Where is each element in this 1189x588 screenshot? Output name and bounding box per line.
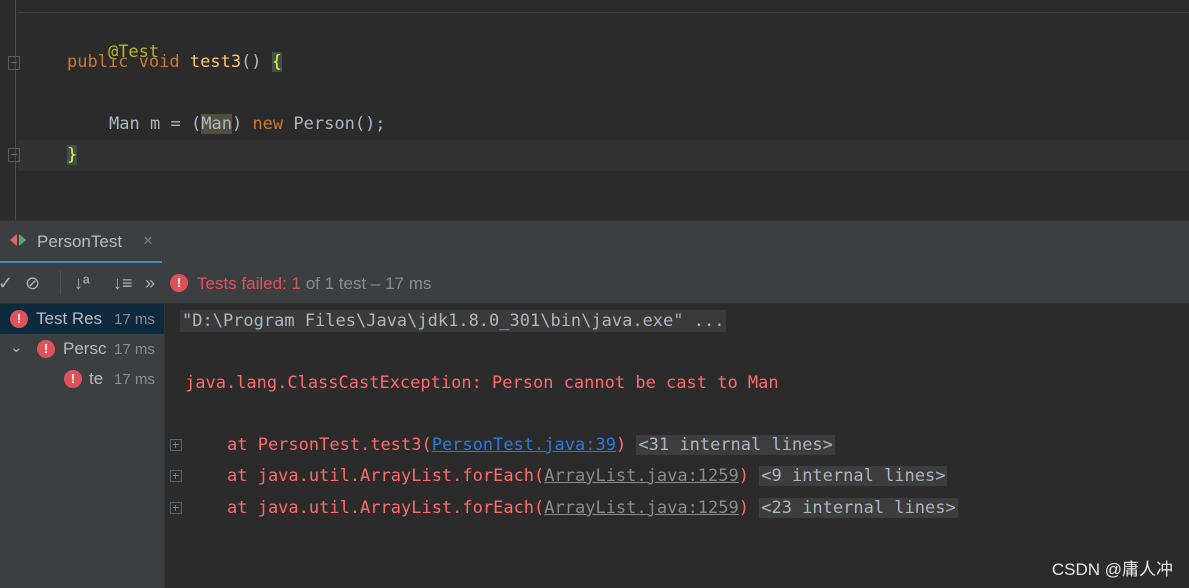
frame-source-link[interactable]: ArrayList.java:1259	[544, 498, 738, 518]
tree-item-persontest[interactable]: ⌄ ! Persc 17 ms	[0, 334, 164, 364]
status-failed-count: 1	[291, 274, 301, 293]
console-output[interactable]: "D:\Program Files\Java\jdk1.8.0_301\bin\…	[165, 304, 1189, 588]
stack-frame: at java.util.ArrayList.forEach(ArrayList…	[227, 465, 948, 487]
tab-close-icon[interactable]: ×	[143, 231, 153, 251]
stop-icon[interactable]: ⊘	[25, 271, 40, 295]
tree-item-label: Persc	[63, 339, 107, 358]
frame-prefix: at PersonTest.test3(	[227, 435, 432, 455]
method-name: test3	[189, 52, 242, 72]
code-line-close: }	[67, 144, 78, 166]
tab-persontest[interactable]: PersonTest ×	[0, 221, 162, 263]
frame-source-link[interactable]: ArrayList.java:1259	[544, 466, 738, 486]
brace-close: }	[67, 145, 78, 165]
sort-alpha-icon[interactable]: ↓ª	[74, 271, 90, 295]
internal-lines-fold[interactable]: <31 internal lines>	[636, 435, 835, 455]
stack-frame: at PersonTest.test3(PersonTest.java:39) …	[227, 434, 835, 456]
frame-source-link[interactable]: PersonTest.java:39	[432, 435, 616, 455]
status-summary: of 1 test – 17 ms	[305, 274, 432, 293]
exception-message: java.lang.ClassCastException: Person can…	[185, 373, 779, 393]
expand-icon[interactable]	[170, 502, 182, 514]
tree-item-label: Test Res	[36, 309, 103, 328]
code-line-statement: Man m = (Man) new Person();	[109, 113, 386, 135]
tree-item-test3[interactable]: ! te 17 ms	[0, 364, 164, 394]
constructor-token: Person	[293, 114, 355, 134]
code-editor[interactable]: @Test public void test3() { Man m = (Man…	[0, 0, 1189, 220]
frame-prefix: at java.util.ArrayList.forEach(	[227, 498, 545, 518]
chevron-down-icon[interactable]: ⌄	[10, 338, 23, 356]
keyword-new: new	[252, 114, 284, 134]
cast-close-token: )	[231, 114, 243, 134]
sort-duration-icon[interactable]: ↓≡	[113, 271, 133, 295]
frame-suffix: )	[615, 435, 627, 455]
tree-item-label: te	[89, 369, 104, 388]
tree-item-time: 17 ms	[114, 341, 155, 358]
tree-item-test-results[interactable]: ! Test Res 17 ms	[0, 304, 164, 334]
keyword-public: public	[67, 52, 129, 72]
frame-suffix: )	[738, 498, 749, 518]
error-icon: !	[170, 274, 188, 292]
watermark: CSDN @庸人冲	[1051, 560, 1173, 579]
editor-separator	[18, 12, 1189, 13]
internal-lines-fold[interactable]: <9 internal lines>	[759, 466, 948, 486]
brace-open: {	[271, 52, 283, 72]
expand-icon[interactable]	[170, 470, 182, 482]
test-status: Tests failed: 1 of 1 test – 17 ms	[197, 274, 431, 294]
error-icon: !	[64, 370, 82, 388]
toolbar-separator	[60, 271, 61, 295]
cast-type-token: Man	[201, 114, 232, 134]
error-icon: !	[37, 340, 55, 358]
current-line-highlight	[18, 140, 1189, 171]
fold-close-icon[interactable]	[8, 148, 20, 162]
statement-tail: ();	[354, 114, 386, 134]
frame-suffix: )	[738, 466, 749, 486]
error-icon: !	[10, 310, 28, 328]
method-parens: ()	[241, 52, 262, 72]
variable-token: m	[149, 114, 161, 134]
tab-label: PersonTest	[37, 232, 123, 251]
fold-open-icon[interactable]	[8, 56, 20, 70]
frame-prefix: at java.util.ArrayList.forEach(	[227, 466, 545, 486]
editor-gutter	[15, 0, 16, 220]
keyword-void: void	[138, 52, 180, 72]
code-line-signature: public void test3() {	[67, 51, 283, 73]
run-config-icon-left	[10, 234, 17, 246]
console-command: "D:\Program Files\Java\jdk1.8.0_301\bin\…	[180, 310, 727, 332]
tree-item-time: 17 ms	[114, 371, 155, 388]
more-icon[interactable]: »	[145, 271, 155, 295]
run-config-icon-right	[19, 234, 26, 246]
check-icon[interactable]: ✓	[0, 271, 13, 295]
cast-open-token: (	[190, 114, 202, 134]
tree-item-time: 17 ms	[114, 311, 155, 328]
status-failed-label: Tests failed:	[197, 274, 287, 293]
equals-token: =	[170, 114, 181, 134]
test-runner-toolbar: ✓ ⊘ ↓ª ↓≡ » ! Tests failed: 1 of 1 test …	[0, 263, 1189, 304]
type-token: Man	[109, 114, 140, 134]
stack-frame: at java.util.ArrayList.forEach(ArrayList…	[227, 497, 958, 519]
tool-window-tabbar: PersonTest ×	[0, 220, 1189, 263]
internal-lines-fold[interactable]: <23 internal lines>	[759, 498, 958, 518]
test-results-tree: ! Test Res 17 ms ⌄ ! Persc 17 ms ! te 17…	[0, 304, 165, 588]
expand-icon[interactable]	[170, 439, 182, 451]
